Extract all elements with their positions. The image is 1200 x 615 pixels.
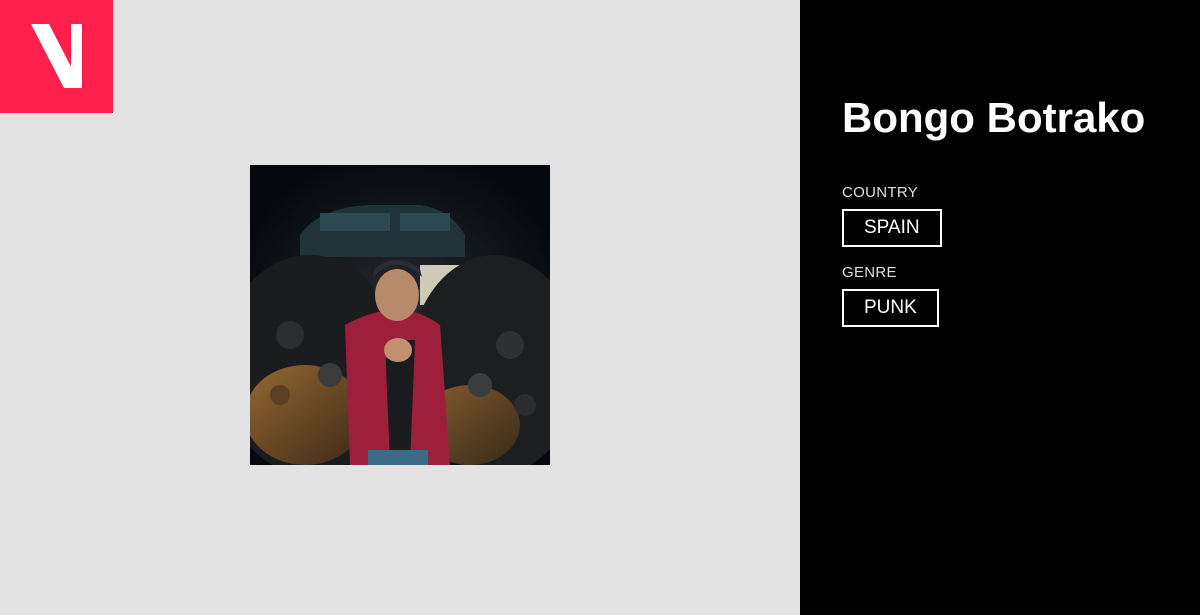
artist-name: Bongo Botrako: [842, 94, 1146, 141]
artist-photo: [250, 165, 550, 465]
v-logo-icon: [31, 24, 82, 88]
genre-tag[interactable]: PUNK: [842, 289, 939, 327]
artist-info-panel: Bongo Botrako COUNTRY SPAIN GENRE PUNK: [800, 0, 1200, 615]
genre-label: GENRE: [842, 264, 897, 281]
media-pane: [0, 0, 800, 615]
home-logo-link[interactable]: [0, 0, 113, 113]
country-label: COUNTRY: [842, 184, 918, 201]
country-tag[interactable]: SPAIN: [842, 209, 942, 247]
